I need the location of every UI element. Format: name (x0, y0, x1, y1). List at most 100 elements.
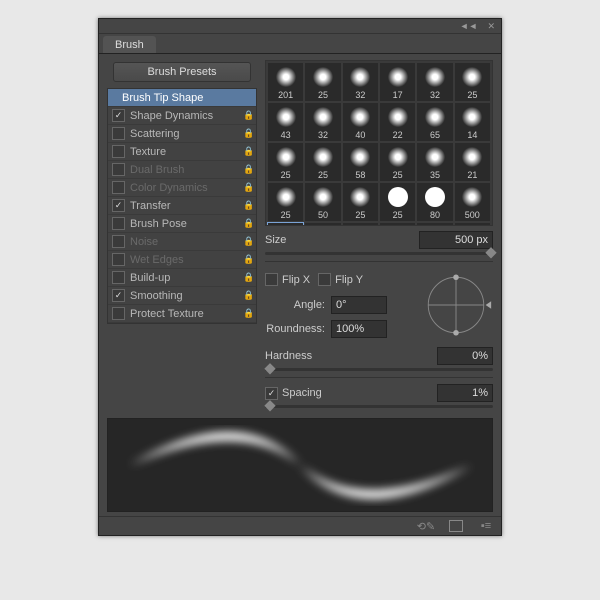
option-checkbox[interactable] (112, 253, 125, 266)
brush-thumb[interactable]: 65 (417, 103, 452, 141)
flipx-checkbox[interactable] (265, 273, 278, 286)
brush-thumb[interactable]: 32 (343, 63, 378, 101)
brush-thumb[interactable]: 32 (305, 103, 340, 141)
option-color-dynamics[interactable]: Color Dynamics🔒 (108, 179, 256, 197)
option-checkbox[interactable] (112, 271, 125, 284)
brush-size-label: 14 (467, 130, 477, 140)
spacing-field[interactable]: 1% (437, 384, 493, 402)
spacing-checkbox[interactable]: ✓ (265, 387, 278, 400)
option-scattering[interactable]: Scattering🔒 (108, 125, 256, 143)
brush-thumb[interactable]: 22 (380, 103, 415, 141)
option-label: Color Dynamics (130, 182, 243, 194)
toggle-preview-icon[interactable]: ⟲✎ (419, 520, 433, 532)
brush-thumb[interactable]: 25 (305, 223, 340, 226)
close-icon[interactable]: ✕ (487, 21, 495, 32)
lock-icon[interactable]: 🔒 (243, 110, 252, 121)
brush-thumb[interactable]: 25 (305, 143, 340, 181)
brush-thumb[interactable]: 35 (417, 143, 452, 181)
brush-thumb[interactable]: 58 (343, 143, 378, 181)
option-dual-brush[interactable]: Dual Brush🔒 (108, 161, 256, 179)
size-field[interactable]: 500 px (419, 231, 493, 249)
brush-icon (313, 107, 333, 127)
menu-icon[interactable]: ▪≡ (479, 520, 493, 532)
collapse-icon[interactable]: ◄◄ (460, 21, 478, 31)
brush-thumb[interactable]: 80 (417, 183, 452, 221)
brush-thumb[interactable]: 25 (380, 143, 415, 181)
lock-icon[interactable]: 🔒 (243, 218, 252, 229)
option-brush-tip-shape[interactable]: Brush Tip Shape (108, 89, 256, 107)
option-checkbox[interactable]: ✓ (112, 199, 125, 212)
lock-icon[interactable]: 🔒 (243, 290, 252, 301)
option-checkbox[interactable] (112, 307, 125, 320)
lock-icon[interactable]: 🔒 (243, 146, 252, 157)
brush-options-list: Brush Tip Shape ✓Shape Dynamics🔒Scatterin… (107, 88, 257, 324)
lock-icon[interactable]: 🔒 (243, 164, 252, 175)
new-preset-icon[interactable] (449, 520, 463, 532)
spacing-slider[interactable] (265, 405, 493, 408)
option-shape-dynamics[interactable]: ✓Shape Dynamics🔒 (108, 107, 256, 125)
brush-thumb[interactable]: 6 (455, 223, 490, 226)
roundness-label: Roundness: (265, 323, 325, 335)
option-transfer[interactable]: ✓ Transfer🔒 (108, 197, 256, 215)
brush-thumb[interactable]: 25 (417, 223, 452, 226)
option-checkbox[interactable] (112, 217, 125, 230)
brush-size-label: 25 (393, 170, 403, 180)
brush-size-label: 50 (318, 210, 328, 220)
option-texture[interactable]: Texture🔒 (108, 143, 256, 161)
option-wet-edges[interactable]: Wet Edges🔒 (108, 251, 256, 269)
option-checkbox[interactable] (112, 163, 125, 176)
brush-presets-button[interactable]: Brush Presets (113, 62, 251, 82)
option-brush-pose[interactable]: Brush Pose🔒 (108, 215, 256, 233)
brush-thumb[interactable]: 258 (380, 223, 415, 226)
brush-thumb[interactable]: 201 (268, 63, 303, 101)
brush-thumbnail-grid[interactable]: 2012532173225433240226514252558253521255… (265, 60, 493, 226)
brush-thumb[interactable]: 25 (268, 183, 303, 221)
brush-icon (462, 107, 482, 127)
size-slider[interactable] (265, 252, 493, 255)
brush-thumb[interactable]: 32 (417, 63, 452, 101)
angle-control[interactable] (419, 268, 493, 342)
option-checkbox[interactable] (112, 127, 125, 140)
option-checkbox[interactable] (112, 181, 125, 194)
lock-icon[interactable]: 🔒 (243, 308, 252, 319)
brush-panel: ◄◄ ✕ Brush Brush Presets Brush Tip Shape… (98, 18, 502, 536)
brush-thumb[interactable]: 25 (305, 63, 340, 101)
brush-thumb[interactable]: 500 (268, 223, 303, 226)
tab-brush[interactable]: Brush (103, 36, 156, 53)
lock-icon[interactable]: 🔒 (243, 200, 252, 211)
lock-icon[interactable]: 🔒 (243, 182, 252, 193)
brush-thumb[interactable]: 43 (268, 103, 303, 141)
size-label: Size (265, 234, 419, 246)
angle-field[interactable]: 0° (331, 296, 387, 314)
option-label: Brush Tip Shape (122, 92, 252, 104)
lock-icon[interactable]: 🔒 (243, 272, 252, 283)
option-build-up[interactable]: Build-up🔒 (108, 269, 256, 287)
brush-thumb[interactable]: 21 (455, 143, 490, 181)
option-smoothing[interactable]: ✓Smoothing🔒 (108, 287, 256, 305)
lock-icon[interactable]: 🔒 (243, 128, 252, 139)
lock-icon[interactable]: 🔒 (243, 254, 252, 265)
brush-thumb[interactable]: 500 (455, 183, 490, 221)
option-checkbox[interactable]: ✓ (112, 289, 125, 302)
option-checkbox[interactable]: ✓ (112, 109, 125, 122)
brush-thumb[interactable]: 25 (455, 63, 490, 101)
brush-thumb[interactable]: 175 (343, 223, 378, 226)
option-checkbox[interactable] (112, 145, 125, 158)
brush-thumb[interactable]: 25 (380, 183, 415, 221)
brush-thumb[interactable]: 14 (455, 103, 490, 141)
brush-thumb[interactable]: 50 (305, 183, 340, 221)
lock-icon[interactable]: 🔒 (243, 236, 252, 247)
brush-icon (462, 67, 482, 87)
flipy-checkbox[interactable] (318, 273, 331, 286)
option-protect-texture[interactable]: Protect Texture🔒 (108, 305, 256, 323)
hardness-slider[interactable] (265, 368, 493, 371)
brush-thumb[interactable]: 25 (268, 143, 303, 181)
brush-thumb[interactable]: 40 (343, 103, 378, 141)
option-checkbox[interactable] (112, 235, 125, 248)
option-label: Transfer (130, 200, 243, 212)
hardness-field[interactable]: 0% (437, 347, 493, 365)
brush-thumb[interactable]: 25 (343, 183, 378, 221)
roundness-field[interactable]: 100% (331, 320, 387, 338)
option-noise[interactable]: Noise🔒 (108, 233, 256, 251)
brush-thumb[interactable]: 17 (380, 63, 415, 101)
